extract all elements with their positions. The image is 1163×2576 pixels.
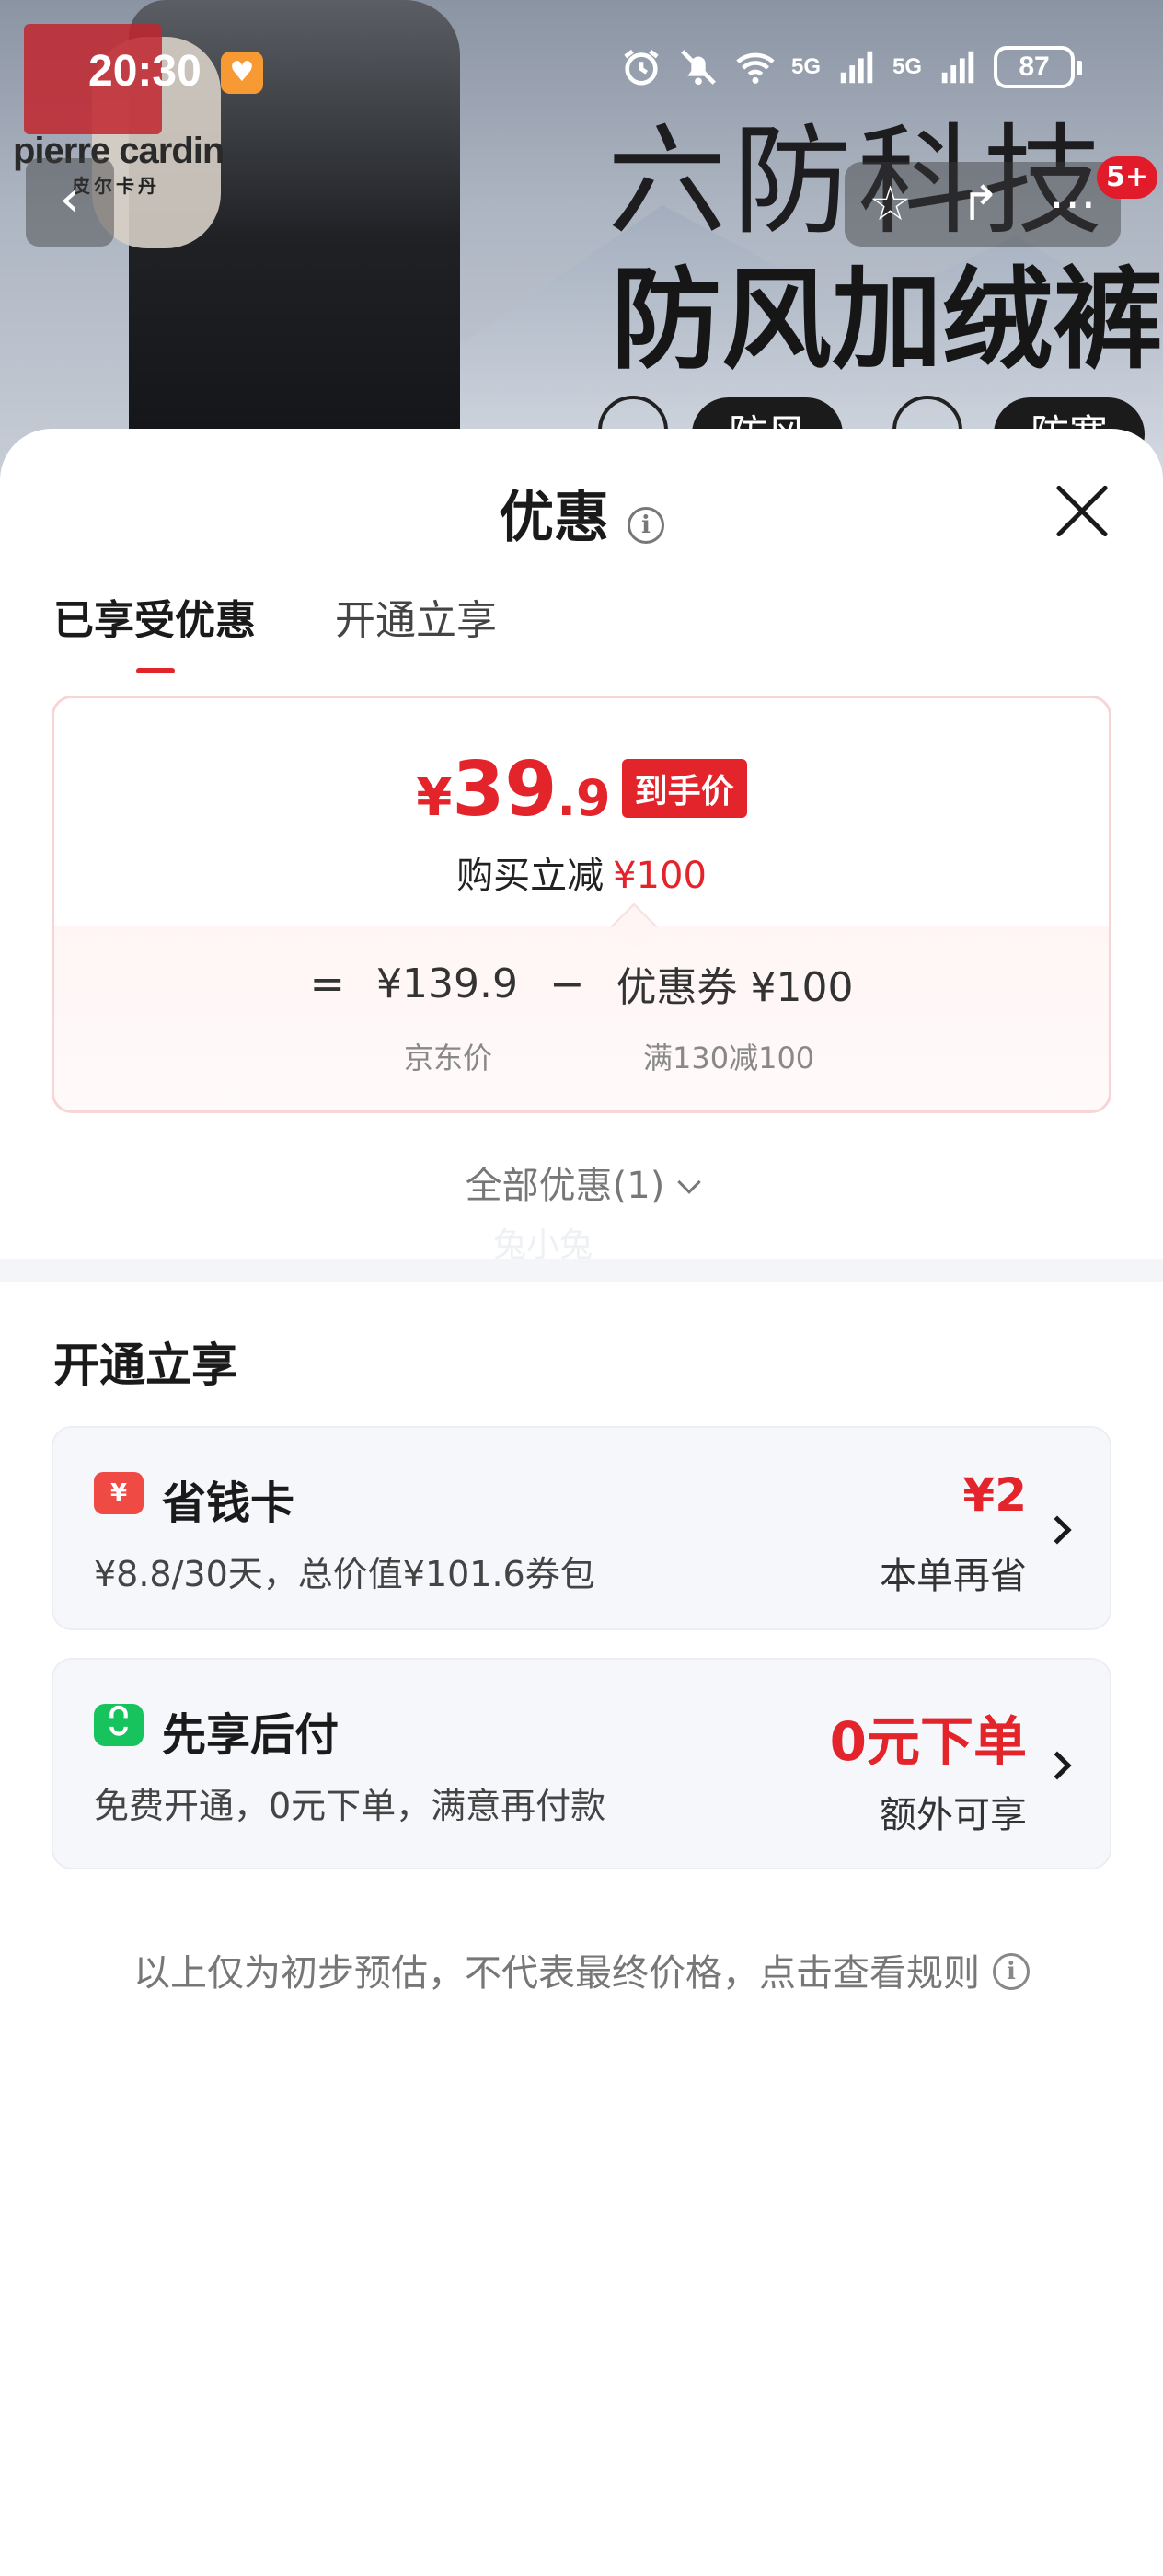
favorite-star-icon[interactable]: ☆ xyxy=(869,177,912,232)
final-price-tag: 到手价 xyxy=(621,759,747,818)
disclaimer-text: 以上仅为初步预估，不代表最终价格，点击查看规则 xyxy=(133,1952,980,1995)
sheet-header: 优惠 i xyxy=(0,473,1163,553)
offer-sub-label: 本单再省 xyxy=(880,1555,1027,1597)
instant-reduction: 购买立减 ¥100 xyxy=(54,845,1109,899)
share-icon[interactable]: ↱ xyxy=(961,177,1001,232)
offer-description: ¥8.8/30天，总价值¥101.6券包 xyxy=(94,1554,595,1594)
offer-card-saving-card[interactable]: ¥ 省钱卡 ¥8.8/30天，总价值¥101.6券包 ¥2 本单再省 xyxy=(52,1426,1111,1630)
minus-sign: − xyxy=(549,959,585,1008)
yuan-ticket-icon: ¥ xyxy=(94,1472,144,1514)
chevron-right-icon xyxy=(1042,1751,1072,1780)
battery-indicator: 87 xyxy=(994,46,1082,88)
back-button[interactable]: ‹ xyxy=(26,158,114,247)
banner-headline-2: 防风加绒裤 xyxy=(611,257,1163,385)
disclaimer-link[interactable]: 以上仅为初步预估，不代表最终价格，点击查看规则 i xyxy=(0,1943,1163,1996)
final-price-section: ¥39.9 到手价 购买立减 ¥100 xyxy=(54,698,1109,926)
final-price-integer: 39 xyxy=(452,746,558,834)
wifi-icon xyxy=(734,46,777,88)
offer-title: 先享后付 xyxy=(162,1709,340,1761)
open-section-title: 开通立享 xyxy=(53,1339,237,1392)
info-icon[interactable]: i xyxy=(628,506,664,544)
offer-value: ¥2 xyxy=(962,1468,1027,1522)
section-divider xyxy=(0,1259,1163,1282)
nav-actions: ☆ ↱ ⋯ xyxy=(845,162,1121,247)
discount-sheet: 优惠 i 已享受优惠 开通立享 ¥39.9 到手价 购买立减 ¥100 = ¥139.… xyxy=(0,429,1163,2576)
equals-sign: = xyxy=(309,959,346,1008)
price-breakdown-card: ¥39.9 到手价 购买立减 ¥100 = ¥139.9 − 优惠券 ¥100 京东… xyxy=(52,696,1111,1113)
price-formula-section: = ¥139.9 − 优惠券 ¥100 京东价 满130减100 xyxy=(54,926,1109,1110)
final-price-symbol: ¥ xyxy=(416,768,453,828)
chevron-right-icon xyxy=(1042,1515,1072,1545)
tab-open-now[interactable]: 开通立享 xyxy=(335,587,497,673)
reduction-label: 购买立减 xyxy=(456,855,605,897)
message-count-badge: 5+ xyxy=(1097,156,1158,199)
offer-value: 0元下单 xyxy=(829,1710,1027,1773)
offer-card-pay-later[interactable]: 先享后付 免费开通，0元下单，满意再付款 0元下单 额外可享 xyxy=(52,1658,1111,1869)
health-app-icon: ♥ xyxy=(221,52,263,94)
coupon-rule-label: 满130减100 xyxy=(643,1041,815,1075)
alarm-icon xyxy=(620,46,662,88)
all-offers-label: 全部优惠(1) xyxy=(465,1165,665,1207)
mute-bell-icon xyxy=(677,46,720,88)
offer-sub-label: 额外可享 xyxy=(880,1794,1027,1836)
status-icons: 5G 5G 87 xyxy=(620,46,1082,88)
tab-enjoyed-offers[interactable]: 已享受优惠 xyxy=(53,587,256,673)
status-time: 20:30 xyxy=(88,47,202,96)
jd-price: ¥139.9 xyxy=(376,960,518,1007)
shopping-bag-icon xyxy=(94,1704,144,1746)
signal-icon-1 xyxy=(835,46,878,88)
sheet-title: 优惠 xyxy=(499,486,609,550)
jd-price-label: 京东价 xyxy=(404,1041,493,1075)
all-offers-toggle[interactable]: 全部优惠(1) xyxy=(0,1156,1163,1209)
chevron-down-icon xyxy=(677,1170,702,1194)
network-type-2: 5G xyxy=(892,54,922,79)
offer-tabs: 已享受优惠 开通立享 xyxy=(53,587,497,673)
signal-icon-2 xyxy=(937,46,979,88)
reduction-amount: ¥100 xyxy=(613,855,707,897)
status-bar: 20:30 ♥ 5G 5G 87 xyxy=(0,0,1163,147)
price-formula: = ¥139.9 − 优惠券 ¥100 xyxy=(54,954,1109,1013)
final-price-decimal: .9 xyxy=(557,769,611,827)
offer-description: 免费开通，0元下单，满意再付款 xyxy=(94,1786,606,1826)
info-icon: i xyxy=(993,1953,1030,1990)
offer-title: 省钱卡 xyxy=(162,1478,295,1529)
final-price: ¥39.9 到手价 xyxy=(54,746,1109,834)
more-icon[interactable]: ⋯ xyxy=(1049,177,1097,232)
network-type-1: 5G xyxy=(790,54,821,79)
close-button[interactable] xyxy=(1053,482,1111,541)
coupon-amount: 优惠券 ¥100 xyxy=(616,964,854,1011)
